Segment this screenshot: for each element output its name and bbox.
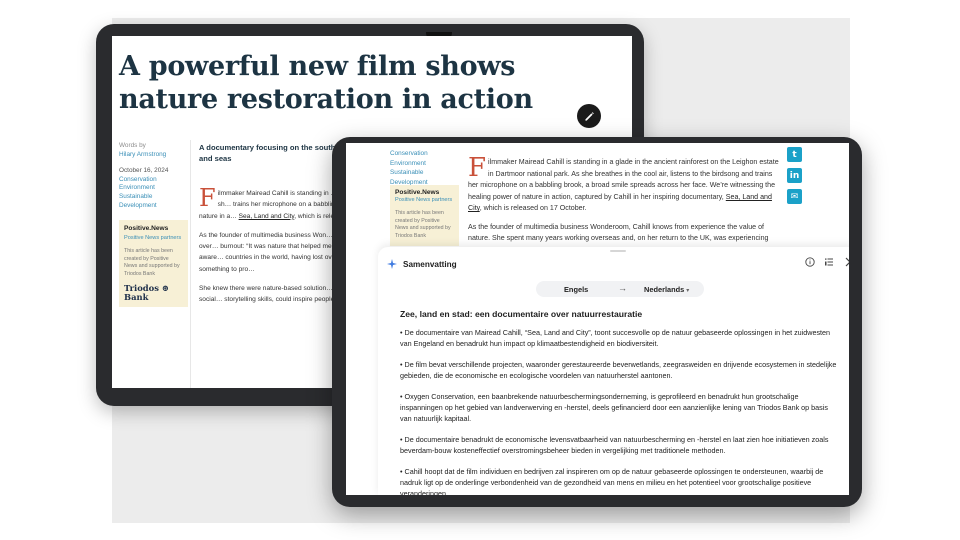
linkedin-icon[interactable]: in: [787, 168, 802, 183]
summary-bullet: • De film bevat verschillende projecten,…: [400, 360, 837, 380]
arrow-right-icon: →: [618, 283, 627, 293]
tag-link[interactable]: Environment: [119, 184, 191, 193]
article-meta: Words by Hilary Armstrong October 16, 20…: [119, 142, 191, 308]
twitter-icon[interactable]: t: [787, 147, 802, 162]
summary-bullet: • Cahill hoopt dat de film individuen en…: [400, 467, 824, 495]
summary-header: Samenvatting: [387, 259, 457, 269]
summary-content: Zee, land en stad: een documentaire over…: [400, 309, 838, 495]
sparkle-icon: [387, 259, 397, 269]
source-language[interactable]: Engels: [564, 285, 588, 294]
scene: A powerful new film shows nature restora…: [0, 0, 960, 540]
social-share-bar: t in ✉: [787, 147, 803, 210]
paragraph: As the founder of multimedia business Wo…: [468, 222, 769, 243]
words-by-label: Words by: [119, 142, 146, 149]
article-body: Filmmaker Mairead Cahill is standing in …: [468, 153, 780, 248]
email-icon[interactable]: ✉: [787, 189, 802, 204]
drop-cap: F: [199, 184, 216, 212]
summary-title: Samenvatting: [403, 259, 457, 269]
tag-link[interactable]: Sustainable Development: [119, 193, 191, 210]
summary-bullet: • Oxygen Conservation, een baanbrekende …: [400, 392, 828, 423]
partner-description: This article has been created by Positiv…: [395, 210, 451, 239]
drag-handle[interactable]: [610, 250, 626, 252]
summary-bullet: • De documentaire benadrukt de economisc…: [400, 435, 829, 455]
tag-link[interactable]: Conservation: [119, 176, 191, 185]
summary-bullet: • De documentaire van Mairead Cahill, “S…: [400, 328, 831, 348]
partner-box: Positive.News Positive News partners Thi…: [390, 185, 459, 247]
film-title-link[interactable]: Sea, Land and City: [239, 213, 295, 220]
target-language: Nederlands: [644, 285, 685, 294]
target-language-dropdown[interactable]: Nederlands ▾: [644, 285, 689, 294]
edit-button[interactable]: [577, 104, 601, 128]
list-format-icon[interactable]: [824, 257, 834, 267]
paragraph-text: , which is released on 17 October.: [479, 204, 587, 212]
chevron-down-icon: ▾: [686, 288, 690, 294]
summary-actions: [805, 257, 849, 267]
paragraph: Filmmaker Mairead Cahill is standing in …: [468, 153, 780, 215]
partner-subtitle[interactable]: Positive News partners: [124, 234, 183, 243]
tag-link[interactable]: Conservation: [390, 149, 462, 159]
partner-title: Positive.News: [395, 189, 440, 196]
info-icon[interactable]: [805, 257, 815, 267]
pencil-icon: [584, 111, 594, 121]
article-tags: Conservation Environment Sustainable Dev…: [390, 149, 462, 187]
partner-subtitle[interactable]: Positive News partners: [395, 197, 454, 205]
drop-cap: F: [468, 153, 487, 183]
author-link[interactable]: Hilary Armstrong: [119, 151, 191, 160]
partner-title: Positive.News: [124, 225, 169, 233]
chevron-right-icon[interactable]: [843, 257, 849, 267]
front-tablet-screen: Conservation Environment Sustainable Dev…: [346, 143, 849, 495]
partner-description: This article has been created by Positiv…: [124, 248, 180, 277]
partner-box: Positive.News Positive News partners Thi…: [119, 220, 188, 308]
tag-link[interactable]: Environment: [390, 159, 462, 169]
language-selector: Engels → Nederlands ▾: [536, 281, 704, 297]
article-headline: A powerful new film shows nature restora…: [119, 51, 533, 115]
article-pane: Conservation Environment Sustainable Dev…: [346, 143, 849, 248]
summary-sheet: Samenvatting Engels → Nederlands ▾ Zee, …: [378, 247, 849, 495]
article-date: October 16, 2024: [119, 167, 169, 175]
triodos-logo: Triodos ⊛ Bank: [124, 282, 169, 302]
column-divider: [190, 140, 191, 388]
summary-heading: Zee, land en stad: een documentaire over…: [400, 309, 643, 319]
